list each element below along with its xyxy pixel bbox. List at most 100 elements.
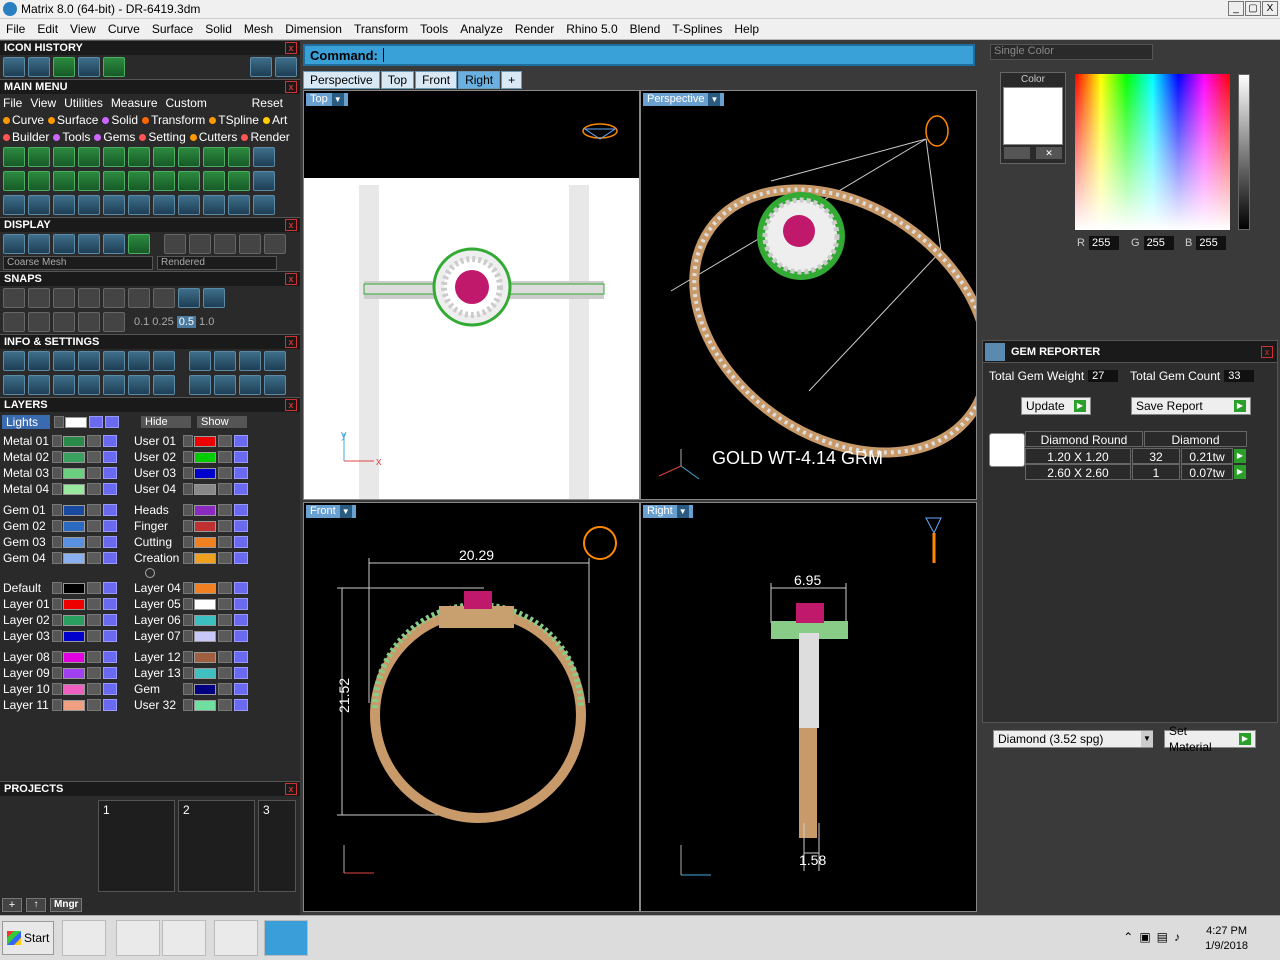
arrow-icon[interactable] — [183, 667, 193, 679]
layer-color-swatch[interactable] — [63, 451, 85, 463]
close-icon[interactable]: x — [285, 399, 297, 411]
arrow-icon[interactable] — [52, 536, 62, 548]
color-spectrum[interactable] — [1075, 74, 1230, 230]
tool-icon[interactable] — [178, 171, 200, 191]
snap-icon[interactable] — [103, 288, 125, 308]
lock-icon[interactable] — [87, 614, 101, 626]
layer-color-swatch[interactable] — [63, 435, 85, 447]
lock-icon[interactable] — [87, 667, 101, 679]
lock-icon[interactable] — [218, 520, 232, 532]
visibility-icon[interactable] — [103, 699, 117, 711]
wireframe-icon[interactable] — [3, 234, 25, 254]
snap-icon[interactable] — [103, 312, 125, 332]
info-icon[interactable] — [78, 375, 100, 395]
tool-icon[interactable] — [128, 195, 150, 215]
close-icon[interactable]: x — [285, 336, 297, 348]
display-icon[interactable]: ▤ — [1157, 930, 1168, 944]
menu-solid[interactable]: Solid — [199, 22, 238, 36]
mm-measure[interactable]: Measure — [111, 96, 158, 110]
arrow-icon[interactable] — [183, 630, 193, 642]
tool-icon[interactable] — [153, 147, 175, 167]
layer-color-swatch[interactable] — [194, 467, 216, 479]
visibility-icon[interactable] — [103, 504, 117, 516]
paint-icon[interactable] — [214, 920, 258, 956]
snap-icon[interactable] — [153, 288, 175, 308]
mm-reset[interactable]: Reset — [252, 96, 283, 110]
visibility-icon[interactable] — [234, 504, 248, 516]
layer-color-swatch[interactable] — [63, 667, 85, 679]
layer-name[interactable]: Layer 01 — [0, 597, 52, 611]
lock-icon[interactable] — [218, 630, 232, 642]
info-icon[interactable] — [214, 351, 236, 371]
lock-icon[interactable] — [87, 467, 101, 479]
material-icon[interactable] — [214, 234, 236, 254]
manager-button[interactable]: Mngr — [50, 898, 83, 912]
arrow-icon[interactable] — [52, 451, 62, 463]
display-icon[interactable] — [28, 234, 50, 254]
layer-name[interactable]: User 01 — [131, 434, 183, 448]
mm-setting[interactable]: Setting — [139, 130, 186, 144]
layer-color-swatch[interactable] — [63, 504, 85, 516]
lock-icon[interactable] — [87, 483, 101, 495]
visibility-icon[interactable] — [234, 667, 248, 679]
visibility-icon[interactable] — [234, 683, 248, 695]
visibility-icon[interactable] — [234, 520, 248, 532]
layer-color-swatch[interactable] — [194, 435, 216, 447]
visibility-icon[interactable] — [103, 435, 117, 447]
tool-icon[interactable] — [103, 147, 125, 167]
visibility-icon[interactable] — [103, 552, 117, 564]
layer-name[interactable]: Layer 02 — [0, 613, 52, 627]
tool-icon[interactable] — [253, 171, 275, 191]
tool-icon[interactable] — [253, 147, 275, 167]
network-icon[interactable]: ▣ — [1139, 930, 1150, 944]
browser-icon[interactable] — [116, 920, 160, 956]
settings-icon[interactable] — [3, 351, 25, 371]
lock-icon[interactable] — [87, 520, 101, 532]
arrow-icon[interactable] — [52, 582, 62, 594]
display-mode-select[interactable]: Rendered — [157, 256, 277, 270]
arrow-icon[interactable] — [183, 520, 193, 532]
visibility-icon[interactable] — [103, 651, 117, 663]
g-value-field[interactable]: 255 — [1143, 236, 1174, 250]
lock-icon[interactable] — [218, 598, 232, 610]
layer-name[interactable]: Gem 03 — [0, 535, 52, 549]
sphere-icon[interactable] — [53, 234, 75, 254]
arrow-icon[interactable] — [52, 598, 62, 610]
info-icon[interactable] — [264, 375, 286, 395]
tool-icon[interactable] — [203, 195, 225, 215]
snap-icon[interactable] — [28, 288, 50, 308]
arrow-icon[interactable] — [52, 483, 62, 495]
lock-icon[interactable] — [87, 630, 101, 642]
grid-icon[interactable] — [53, 57, 75, 77]
visibility-icon[interactable] — [89, 416, 103, 428]
mm-file[interactable]: File — [3, 96, 22, 110]
gem-row-arrow-icon[interactable]: ▶ — [1234, 449, 1246, 463]
snap-value[interactable]: 0.5 — [176, 316, 197, 328]
visibility-icon[interactable] — [234, 630, 248, 642]
visibility-icon[interactable] — [103, 467, 117, 479]
tool-icon[interactable] — [228, 147, 250, 167]
tool-icon[interactable] — [178, 147, 200, 167]
layer-name[interactable]: User 03 — [131, 466, 183, 480]
visibility-icon[interactable] — [103, 451, 117, 463]
tool-icon[interactable] — [78, 147, 100, 167]
layer-color-swatch[interactable] — [194, 614, 216, 626]
tool-icon[interactable] — [3, 147, 25, 167]
layer-color-swatch[interactable] — [194, 683, 216, 695]
menu-edit[interactable]: Edit — [31, 22, 64, 36]
viewport-label[interactable]: Top ▼ — [306, 93, 348, 106]
layer-color-swatch[interactable] — [194, 651, 216, 663]
mm-tools[interactable]: Tools — [53, 130, 90, 144]
visibility-icon[interactable] — [234, 651, 248, 663]
info-icon[interactable] — [153, 351, 175, 371]
layer-name[interactable]: User 02 — [131, 450, 183, 464]
mm-surface[interactable]: Surface — [48, 113, 98, 127]
layer-name[interactable]: Metal 04 — [0, 482, 52, 496]
snap-icon[interactable] — [53, 288, 75, 308]
tool-icon[interactable] — [228, 195, 250, 215]
chevron-down-icon[interactable]: ▼ — [1141, 731, 1153, 747]
tool-icon[interactable] — [53, 171, 75, 191]
add-tab-icon[interactable]: + — [501, 71, 523, 89]
info-icon[interactable] — [264, 351, 286, 371]
r-value-field[interactable]: 255 — [1088, 236, 1119, 250]
